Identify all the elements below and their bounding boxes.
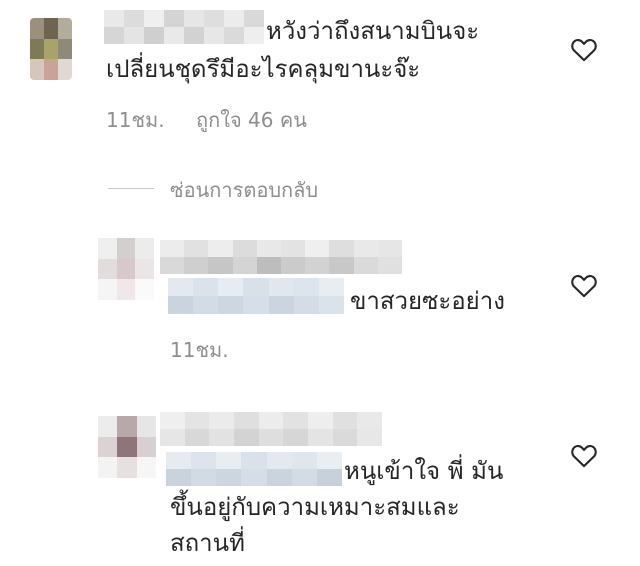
avatar[interactable]	[30, 18, 72, 80]
comment-time: 11ชม.	[106, 108, 165, 132]
mention[interactable]	[168, 278, 344, 314]
comment-time: 11ชม.	[170, 338, 229, 362]
comment-text: เปลี่ยนชุดรึมีอะไรคลุมขานะจ๊ะ	[106, 55, 421, 83]
comment-text: หนูเข้าใจ พี่ มัน	[344, 457, 504, 485]
avatar[interactable]	[98, 238, 154, 300]
mention[interactable]	[166, 452, 342, 486]
comment-text: ขึ้นอยู่กับความเหมาะสมและ	[170, 493, 460, 521]
heart-outline-icon[interactable]	[570, 272, 598, 298]
username[interactable]	[160, 412, 382, 446]
username[interactable]	[160, 240, 402, 274]
divider-line	[108, 188, 154, 189]
comment-text: หวังว่าถึงสนามบินจะ	[266, 17, 480, 45]
hide-replies-label: ซ่อนการตอบกลับ	[170, 178, 319, 202]
username[interactable]	[104, 10, 264, 44]
likes-count[interactable]: ถูกใจ 46 คน	[196, 104, 307, 136]
heart-outline-icon[interactable]	[570, 36, 598, 62]
heart-outline-icon[interactable]	[570, 442, 598, 468]
comment-text: ขาสวยซะอย่าง	[350, 287, 505, 315]
avatar[interactable]	[98, 416, 156, 478]
comment-text: สถานที่	[170, 529, 245, 557]
